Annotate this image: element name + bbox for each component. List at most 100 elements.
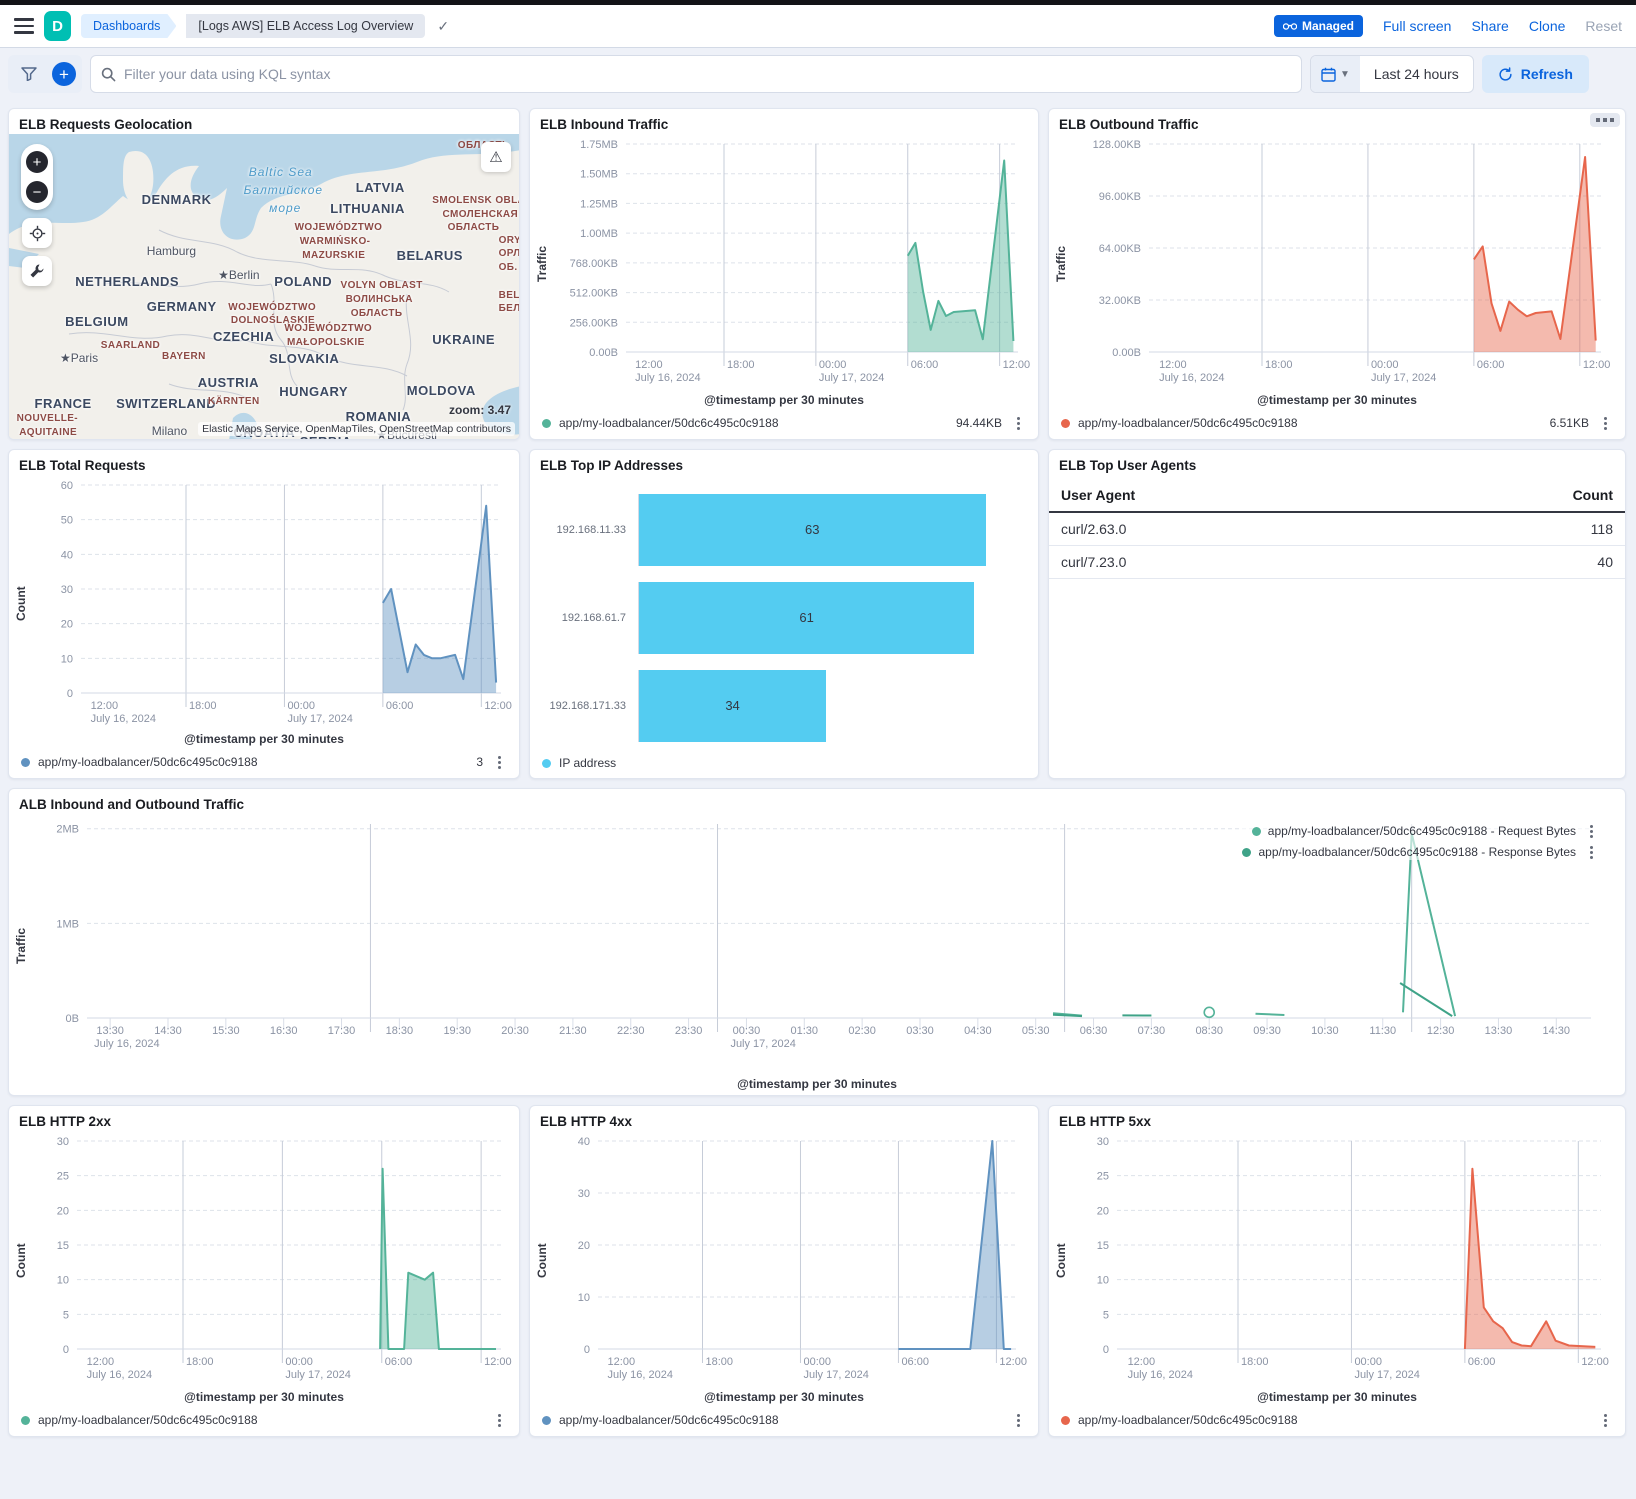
add-filter-button[interactable]: + bbox=[52, 62, 76, 86]
bar-value-label: 34 bbox=[725, 698, 739, 713]
http-4xx-chart[interactable]: 01020304012:00July 16, 202418:0000:00Jul… bbox=[552, 1131, 1032, 1390]
europe-map[interactable]: ОБЛАСТЬBaltic SeaБалтийскоемореLATVIADEN… bbox=[9, 134, 519, 439]
panel-elb-top-ip-addresses: ELB Top IP Addresses 192.168.11.33 63 19… bbox=[529, 449, 1039, 779]
bar-row[interactable]: 192.168.11.33 63 bbox=[530, 494, 1024, 566]
clone-button[interactable]: Clone bbox=[1529, 18, 1566, 34]
x-axis-title: @timestamp per 30 minutes bbox=[1049, 1390, 1625, 1408]
geolocate-icon[interactable] bbox=[22, 218, 52, 248]
svg-text:18:30: 18:30 bbox=[386, 1025, 414, 1037]
legend-swatch[interactable] bbox=[1061, 419, 1070, 428]
panel-elb-http-4xx: ELB HTTP 4xx Count01020304012:00July 16,… bbox=[529, 1105, 1039, 1437]
legend-options-icon[interactable] bbox=[1010, 415, 1026, 431]
map-tools-icon[interactable] bbox=[22, 256, 52, 286]
filter-icon[interactable] bbox=[14, 59, 44, 89]
legend-swatch[interactable] bbox=[1061, 1416, 1070, 1425]
map-label: SLOVAKIA bbox=[269, 351, 339, 366]
legend-options-icon[interactable] bbox=[1583, 823, 1599, 839]
refresh-button[interactable]: Refresh bbox=[1482, 55, 1589, 93]
map-attribution[interactable]: Elastic Maps Service, OpenMapTiles, Open… bbox=[198, 422, 515, 436]
legend-item[interactable]: app/my-loadbalancer/50dc6c495c0c9188 - R… bbox=[1242, 844, 1599, 860]
legend-swatch[interactable] bbox=[542, 759, 551, 768]
menu-icon[interactable] bbox=[14, 18, 34, 34]
legend-options-icon[interactable] bbox=[491, 1412, 507, 1428]
legend-item[interactable]: app/my-loadbalancer/50dc6c495c0c9188 - R… bbox=[1252, 823, 1599, 839]
svg-text:00:00: 00:00 bbox=[287, 700, 315, 712]
ip-bar-chart[interactable]: 192.168.11.33 63 192.168.61.7 61 192.168… bbox=[530, 475, 1038, 752]
svg-text:July 16, 2024: July 16, 2024 bbox=[635, 372, 700, 384]
legend-label[interactable]: app/my-loadbalancer/50dc6c495c0c9188 bbox=[38, 755, 258, 769]
breadcrumb-dashboards[interactable]: Dashboards bbox=[81, 14, 176, 38]
svg-text:20: 20 bbox=[1097, 1205, 1109, 1217]
legend-label[interactable]: app/my-loadbalancer/50dc6c495c0c9188 bbox=[1078, 1413, 1298, 1427]
legend-options-icon[interactable] bbox=[1583, 844, 1599, 860]
table-row[interactable]: curl/2.63.0118 bbox=[1049, 512, 1625, 546]
bar[interactable]: 63 bbox=[639, 494, 986, 566]
map-label: Milano bbox=[152, 424, 187, 438]
map-label: LITHUANIA bbox=[330, 201, 405, 216]
outbound-traffic-chart[interactable]: 0.00B32.00KB64.00KB96.00KB128.00KB12:00J… bbox=[1071, 134, 1617, 393]
panel-options-icon[interactable] bbox=[1590, 113, 1620, 127]
http-2xx-chart[interactable]: 05101520253012:00July 16, 202418:0000:00… bbox=[31, 1131, 517, 1390]
svg-text:00:00: 00:00 bbox=[819, 359, 847, 371]
svg-text:06:00: 06:00 bbox=[385, 1356, 413, 1368]
time-range-button[interactable]: Last 24 hours bbox=[1360, 56, 1473, 92]
kql-query-input[interactable] bbox=[124, 66, 1291, 82]
legend-options-icon[interactable] bbox=[1010, 1412, 1026, 1428]
svg-text:12:00: 12:00 bbox=[1003, 359, 1031, 371]
svg-text:12:00: 12:00 bbox=[635, 359, 663, 371]
reset-button[interactable]: Reset bbox=[1585, 18, 1622, 34]
svg-text:12:00: 12:00 bbox=[1159, 359, 1187, 371]
saved-check-icon[interactable]: ✓ bbox=[437, 18, 449, 35]
bar-row[interactable]: 192.168.61.7 61 bbox=[530, 582, 1024, 654]
svg-text:04:30: 04:30 bbox=[964, 1025, 992, 1037]
glasses-icon bbox=[1283, 22, 1297, 31]
chart-legend: app/my-loadbalancer/50dc6c495c0c9188 bbox=[9, 1408, 519, 1436]
column-header[interactable]: Count bbox=[1397, 479, 1625, 512]
bar-row[interactable]: 192.168.171.33 34 bbox=[530, 670, 1024, 742]
svg-text:09:30: 09:30 bbox=[1253, 1025, 1281, 1037]
column-header[interactable]: User Agent bbox=[1049, 479, 1397, 512]
space-avatar[interactable]: D bbox=[44, 11, 71, 41]
panel-title: ELB Requests Geolocation bbox=[9, 109, 519, 134]
total-requests-chart[interactable]: 010203040506012:00July 16, 202418:0000:0… bbox=[31, 475, 517, 732]
zoom-out-button[interactable]: − bbox=[26, 181, 48, 203]
map-label: VOLYN OBLAST bbox=[341, 280, 423, 291]
zoom-in-button[interactable]: + bbox=[26, 151, 48, 173]
legend-swatch[interactable] bbox=[21, 758, 30, 767]
svg-text:32.00KB: 32.00KB bbox=[1099, 295, 1141, 307]
inbound-traffic-chart[interactable]: 0.00B256.00KB512.00KB768.00KB1.00MB1.25M… bbox=[552, 134, 1032, 393]
map-label: БЕЛ bbox=[499, 303, 519, 314]
svg-text:03:30: 03:30 bbox=[906, 1025, 934, 1037]
legend-swatch[interactable] bbox=[21, 1416, 30, 1425]
legend-options-icon[interactable] bbox=[1597, 1412, 1613, 1428]
svg-text:1MB: 1MB bbox=[56, 918, 79, 930]
legend-swatch[interactable] bbox=[542, 1416, 551, 1425]
svg-text:00:00: 00:00 bbox=[803, 1356, 831, 1368]
full-screen-button[interactable]: Full screen bbox=[1383, 18, 1451, 34]
bar[interactable]: 34 bbox=[639, 670, 826, 742]
legend-label[interactable]: app/my-loadbalancer/50dc6c495c0c9188 bbox=[1078, 416, 1298, 430]
legend-swatch[interactable] bbox=[542, 419, 551, 428]
legend-label[interactable]: app/my-loadbalancer/50dc6c495c0c9188 bbox=[559, 416, 779, 430]
legend-label[interactable]: IP address bbox=[559, 756, 616, 770]
legend-options-icon[interactable] bbox=[491, 754, 507, 770]
legend-options-icon[interactable] bbox=[1597, 415, 1613, 431]
calendar-menu-button[interactable]: ▼ bbox=[1311, 56, 1360, 92]
map-controls: + − bbox=[21, 144, 53, 286]
svg-text:12:00: 12:00 bbox=[608, 1356, 636, 1368]
kql-search-bar[interactable] bbox=[90, 55, 1302, 93]
managed-badge[interactable]: Managed bbox=[1274, 15, 1363, 37]
bar[interactable]: 61 bbox=[639, 582, 974, 654]
legend-label[interactable]: app/my-loadbalancer/50dc6c495c0c9188 bbox=[559, 1413, 779, 1427]
map-zoom-level: zoom: 3.47 bbox=[449, 403, 511, 417]
share-button[interactable]: Share bbox=[1471, 18, 1508, 34]
svg-text:06:00: 06:00 bbox=[901, 1356, 929, 1368]
legend-label[interactable]: app/my-loadbalancer/50dc6c495c0c9188 bbox=[38, 1413, 258, 1427]
panel-elb-requests-geolocation: ELB Requests Geolocation ОБЛАСТЬBaltic S bbox=[8, 108, 520, 440]
http-5xx-chart[interactable]: 05101520253012:00July 16, 202418:0000:00… bbox=[1071, 1131, 1619, 1390]
table-row[interactable]: curl/7.23.040 bbox=[1049, 546, 1625, 579]
map-label: NETHERLANDS bbox=[75, 274, 179, 289]
bar-category-label: 192.168.61.7 bbox=[530, 612, 638, 624]
svg-text:01:30: 01:30 bbox=[791, 1025, 819, 1037]
map-warning-icon[interactable]: ⚠ bbox=[481, 142, 511, 172]
